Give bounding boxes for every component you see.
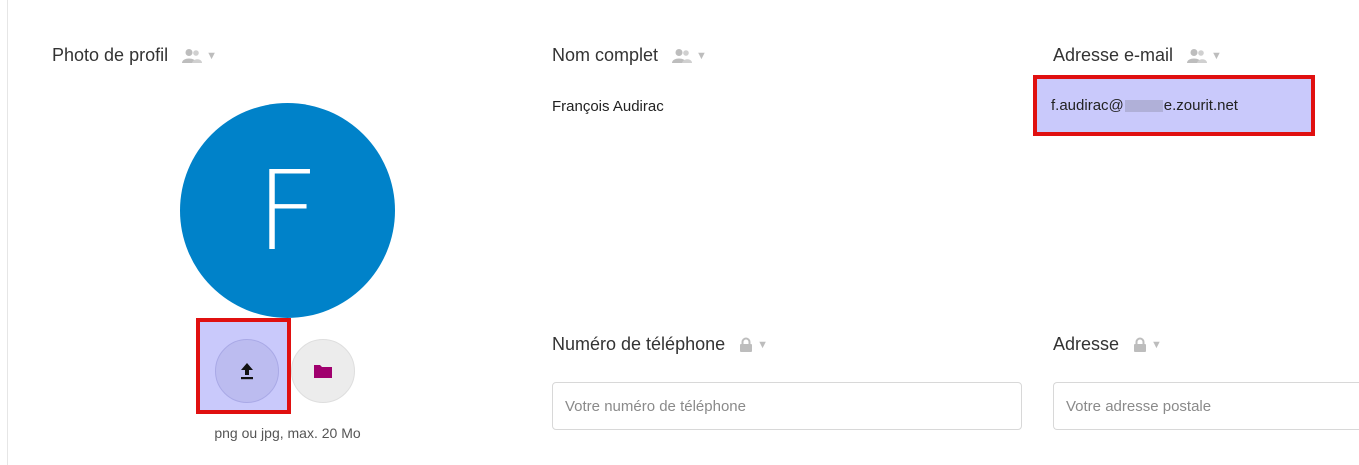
email-value[interactable]: f.audirac@ e.zourit.net bbox=[1051, 97, 1238, 114]
profile-photo-scope-menu[interactable]: ▼ bbox=[182, 48, 217, 64]
lock-icon bbox=[740, 337, 753, 352]
full-name-scope-menu[interactable]: ▼ bbox=[672, 48, 707, 64]
email-value-end: e.zourit.net bbox=[1163, 97, 1238, 114]
email-section-title: Adresse e-mail ▼ bbox=[1053, 45, 1222, 66]
contacts-scope-icon bbox=[1187, 48, 1208, 63]
email-value-start: f.audirac@ bbox=[1051, 97, 1124, 114]
redacted-text bbox=[1124, 100, 1163, 113]
avatar-initial: F bbox=[255, 146, 320, 275]
photo-format-hint: png ou jpg, max. 20 Mo bbox=[214, 425, 361, 441]
full-name-label: Nom complet bbox=[552, 45, 659, 65]
address-input[interactable] bbox=[1053, 382, 1359, 430]
phone-scope-menu[interactable]: ▼ bbox=[739, 337, 768, 353]
upload-photo-button[interactable] bbox=[215, 339, 279, 403]
panel-border bbox=[7, 0, 8, 465]
email-scope-menu[interactable]: ▼ bbox=[1187, 48, 1222, 64]
phone-section-title: Numéro de téléphone ▼ bbox=[552, 334, 768, 355]
full-name-value[interactable]: François Audirac bbox=[552, 98, 664, 115]
address-scope-menu[interactable]: ▼ bbox=[1133, 337, 1162, 353]
folder-icon bbox=[314, 365, 332, 378]
address-section-title: Adresse ▼ bbox=[1053, 334, 1162, 355]
phone-label: Numéro de téléphone bbox=[552, 334, 726, 354]
chevron-down-icon: ▼ bbox=[206, 49, 217, 62]
chevron-down-icon: ▼ bbox=[757, 338, 769, 351]
profile-photo-label: Photo de profil bbox=[52, 45, 169, 65]
upload-icon bbox=[241, 363, 253, 380]
chevron-down-icon: ▼ bbox=[1211, 49, 1222, 62]
contacts-scope-icon bbox=[672, 48, 693, 63]
email-label: Adresse e-mail bbox=[1053, 45, 1174, 65]
choose-from-files-button[interactable] bbox=[291, 339, 355, 403]
chevron-down-icon: ▼ bbox=[696, 49, 707, 62]
phone-input[interactable] bbox=[552, 382, 1022, 430]
full-name-section-title: Nom complet ▼ bbox=[552, 45, 707, 66]
chevron-down-icon: ▼ bbox=[1151, 338, 1162, 351]
lock-icon bbox=[1134, 337, 1147, 352]
address-label: Adresse bbox=[1053, 334, 1120, 354]
profile-photo-section-title: Photo de profil ▼ bbox=[52, 45, 217, 66]
avatar: F bbox=[180, 103, 395, 318]
contacts-scope-icon bbox=[182, 48, 203, 63]
